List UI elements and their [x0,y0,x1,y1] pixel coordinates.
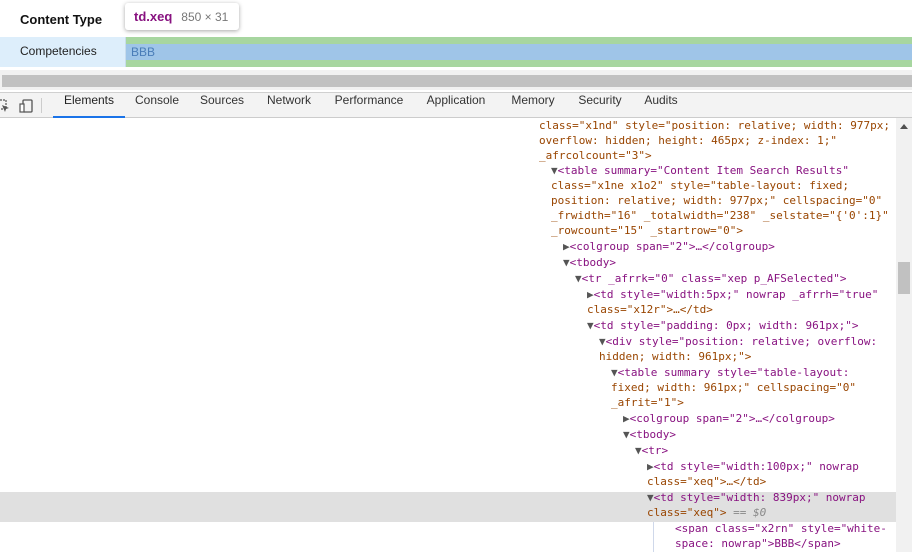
page-viewport: Content Type Competencies BBB td.xeq 850… [0,0,912,70]
table-row-selected[interactable]: Competencies BBB [0,37,912,67]
tab-elements[interactable]: Elements [53,93,125,118]
dom-tag-text: <tr> [641,444,669,457]
dom-line[interactable]: ▼<td style="padding: 0px; width: 961px;"… [587,319,859,335]
dom-line[interactable]: ▶<colgroup span="2">…</colgroup> [563,240,775,256]
dom-line[interactable]: ▼<tr _afrrk="0" class="xep p_AFSelected"… [575,272,847,288]
collapse-triangle-icon[interactable]: ▼ [599,335,606,348]
dom-attr-text: class="xeq"> [647,506,727,519]
tooltip-tag: td.xeq [134,9,173,24]
dom-line[interactable]: ▼<tbody> [563,256,616,272]
dom-line[interactable]: _afrit="1"> [611,396,684,412]
expand-triangle-icon[interactable]: ▼ [551,164,558,177]
dom-line[interactable]: <span class="x2rn" style="white- [675,522,887,538]
row-label-cell[interactable]: Competencies [0,37,126,67]
cell-value[interactable]: BBB [131,45,155,59]
dom-attr-text: _rowcount="15" _startrow="0"> [551,224,744,237]
dom-attr-text: class="x12r">…</td> [587,303,713,316]
dom-line[interactable]: class="x1nd" style="position: relative; … [539,119,890,135]
inspect-icon[interactable] [0,98,10,112]
collapse-triangle-icon[interactable]: ▼ [563,256,570,269]
collapse-triangle-icon[interactable]: ▼ [635,444,642,457]
dom-tag-text: <td style="width:5px;" nowrap _afrrh="tr… [593,288,879,301]
dom-tag-text: <table summary="Content Item Search Resu… [557,164,850,177]
dom-line-selected[interactable]: class="xeq"> == $0 [647,506,766,522]
inspected-cell-content-highlight [126,44,912,60]
dom-tag-text: <div style="position: relative; overflow… [605,335,878,348]
tab-application[interactable]: Application [420,93,492,118]
collapse-triangle-icon[interactable]: ▼ [575,272,582,285]
vertical-scrollbar[interactable] [896,118,912,552]
dom-line[interactable]: fixed; width: 961px;" cellspacing="0" [611,381,856,397]
dom-attr-text: fixed; width: 961px;" cellspacing="0" [611,381,857,394]
dom-line[interactable]: ▼<table summary="Content Item Search Res… [551,164,849,180]
expand-triangle-icon[interactable]: ▶ [587,288,594,301]
dom-line[interactable]: ▶<colgroup span="2">…</colgroup> [623,412,835,428]
collapse-triangle-icon[interactable]: ▼ [587,319,594,332]
dom-attr-text: _afrit="1"> [611,396,684,409]
dom-attr-text: class="xeq">…</td> [647,475,767,488]
console-ref-marker: == $0 [726,506,767,519]
dom-attr-text: _afrcolcount="3"> [539,149,652,162]
collapse-triangle-icon[interactable]: ▼ [611,366,618,379]
dom-tag-text: <td style="padding: 0px; width: 961px;"> [593,319,859,332]
expand-triangle-icon[interactable]: ▶ [623,412,630,425]
tab-audits[interactable]: Audits [640,93,682,118]
tab-console[interactable]: Console [129,93,185,118]
collapse-triangle-icon[interactable]: ▼ [647,491,654,504]
dom-line[interactable]: class="xeq">…</td> [647,475,766,491]
dom-tag-text: <colgroup span="2">…</colgroup> [569,240,775,253]
vertical-scrollbar-thumb[interactable] [898,262,910,294]
dom-tag-text: <tbody> [569,256,616,269]
tab-security[interactable]: Security [572,93,628,118]
dom-line[interactable]: class="x1ne x1o2" style="table-layout: f… [551,179,849,195]
dom-line[interactable]: ▼<div style="position: relative; overflo… [599,335,877,351]
dom-line[interactable]: _rowcount="15" _startrow="0"> [551,224,743,240]
dom-line[interactable]: hidden; width: 961px;"> [599,350,751,366]
dom-line[interactable]: _afrcolcount="3"> [539,149,652,165]
horizontal-scrollbar-thumb[interactable] [2,75,912,87]
toolbar-separator [41,98,42,113]
content-type-header: Content Type [20,12,103,27]
collapse-triangle-icon[interactable]: ▼ [623,428,630,441]
dom-tag-text: <td style="width: 839px;" nowrap [653,491,866,504]
dom-line[interactable]: space: nowrap">BBB</span> [675,537,841,553]
dom-line[interactable]: ▼<tr> [635,444,668,460]
dom-attr-text: class="x1nd" style="position: relative; … [539,119,890,132]
dom-line[interactable]: ▶<td style="width:5px;" nowrap _afrrh="t… [587,288,878,304]
dom-line[interactable]: overflow: hidden; height: 465px; z-index… [539,134,837,150]
dom-line[interactable]: ▼<table summary style="table-layout: [611,366,849,382]
scroll-up-arrow-icon[interactable] [900,124,908,129]
dom-line[interactable]: class="x12r">…</td> [587,303,713,319]
dom-tag-text: <td style="width:100px;" nowrap [653,460,859,473]
dom-attr-text: position: relative; width: 977px;" cells… [551,194,883,207]
dom-attr-text: class="x1ne x1o2" style="table-layout: f… [551,179,850,192]
dom-attr-text: hidden; width: 961px;"> [599,350,752,363]
dom-tag-text: <table summary style="table-layout: [617,366,850,379]
inspect-tooltip: td.xeq 850 × 31 [125,3,239,30]
tab-performance[interactable]: Performance [330,93,408,118]
dom-attr-text: overflow: hidden; height: 465px; z-index… [539,134,838,147]
devtools-toolbar: Elements Console Sources Network Perform… [0,92,912,118]
dom-tag-text: <colgroup span="2">…</colgroup> [629,412,835,425]
dom-line-selected[interactable]: ▼<td style="width: 839px;" nowrap [647,491,866,507]
dom-line[interactable]: position: relative; width: 977px;" cells… [551,194,882,210]
dom-attr-text: _frwidth="16" _totalwidth="238" _selstat… [551,209,889,222]
tab-memory[interactable]: Memory [504,93,562,118]
dom-tag-text: <tbody> [629,428,676,441]
dom-tag-text: <tr _afrrk="0" class="xep p_AFSelected"> [581,272,847,285]
dom-tag-text: space: nowrap">BBB</span> [675,537,841,550]
dom-line[interactable]: ▼<tbody> [623,428,676,444]
tab-network[interactable]: Network [259,93,319,118]
expand-triangle-icon[interactable]: ▶ [563,240,570,253]
dom-tag-text: <span class="x2rn" style="white- [675,522,887,535]
dom-line[interactable]: _frwidth="16" _totalwidth="238" _selstat… [551,209,889,225]
tab-sources[interactable]: Sources [194,93,250,118]
expand-triangle-icon[interactable]: ▶ [647,460,654,473]
dom-line[interactable]: ▶<td style="width:100px;" nowrap [647,460,859,476]
device-toolbar-icon[interactable] [19,98,33,113]
tooltip-dimensions: 850 × 31 [181,9,229,24]
indent-guide [653,522,654,552]
